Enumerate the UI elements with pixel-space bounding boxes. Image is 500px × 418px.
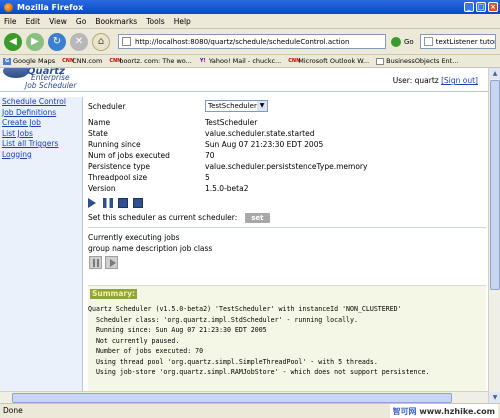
- pause-icon[interactable]: [103, 198, 113, 208]
- cnn-icon: CNN: [288, 57, 301, 64]
- scheduler-label: Scheduler: [88, 102, 126, 111]
- bookmark-item[interactable]: CNN Microsoft Outlook W...: [288, 57, 369, 65]
- user-info: User: quartz [Sign out]: [393, 76, 478, 85]
- scheduler-controls: [88, 198, 148, 208]
- bookmark-item[interactable]: CNN boortz. com: The wo...: [109, 57, 192, 65]
- start-icon[interactable]: [88, 198, 96, 208]
- stop-scheduler-icon[interactable]: [118, 198, 128, 208]
- sidebar-item-create-job[interactable]: Create Job: [0, 118, 82, 129]
- shutdown-icon[interactable]: [133, 198, 143, 208]
- logo-swoosh-icon: [3, 68, 29, 78]
- user-label: User: quartz: [392, 76, 439, 85]
- url-bar[interactable]: http://localhost:8080/quartz/schedule/sc…: [118, 34, 386, 49]
- stop-icon[interactable]: ✕: [70, 32, 88, 51]
- summary-panel: Summary: Quartz Scheduler (v1.5.0-beta2)…: [88, 285, 486, 403]
- set-current-row: Set this scheduler as current scheduler:…: [88, 213, 270, 223]
- window-title: Mozilla Firefox: [17, 2, 84, 12]
- vertical-scrollbar[interactable]: ▲ ▼: [488, 68, 500, 403]
- status-text: Done: [3, 406, 23, 415]
- google-icon: [423, 37, 433, 46]
- back-icon[interactable]: ◀: [4, 32, 22, 51]
- vertical-scroll-thumb[interactable]: [490, 80, 500, 290]
- pause-all-icon[interactable]: [89, 256, 102, 269]
- summary-label: Summary:: [90, 289, 138, 299]
- menu-go[interactable]: Go: [76, 17, 86, 26]
- quartz-logo: Quartz Enterprise Job Scheduler: [3, 68, 93, 90]
- sign-out-link[interactable]: [Sign out]: [441, 76, 478, 85]
- sidebar-item-list-jobs[interactable]: List Jobs: [0, 129, 82, 140]
- page-viewport: Quartz Enterprise Job Scheduler User: qu…: [0, 68, 488, 403]
- bookmarks-toolbar: G Google Maps CNN CNN.com CNN boortz. com: …: [0, 55, 500, 68]
- sidebar-item-list-triggers[interactable]: List all Triggers: [0, 139, 82, 150]
- set-button[interactable]: set: [245, 213, 270, 223]
- home-icon[interactable]: ⌂: [92, 32, 110, 51]
- cnn-icon: CNN: [62, 57, 75, 64]
- sidebar-item-logging[interactable]: Logging: [0, 150, 82, 161]
- bookmark-item[interactable]: Y! Yahoo! Mail - chuckc...: [199, 57, 281, 65]
- google-icon: G: [3, 57, 11, 65]
- yahoo-icon: Y!: [199, 57, 206, 64]
- minimize-icon[interactable]: _: [464, 2, 474, 12]
- sidebar-item-schedule-control[interactable]: Schedule Control: [0, 97, 82, 108]
- menu-help[interactable]: Help: [174, 17, 191, 26]
- page-icon: [376, 57, 385, 65]
- summary-text: Quartz Scheduler (v1.5.0-beta2) 'TestSch…: [88, 305, 430, 376]
- chevron-down-icon: ▼: [257, 101, 267, 111]
- menu-file[interactable]: File: [4, 17, 17, 26]
- set-current-label: Set this scheduler as current scheduler:: [88, 213, 238, 222]
- resume-all-icon[interactable]: [105, 256, 118, 269]
- executing-columns-header: group name description job class: [88, 244, 213, 253]
- menu-view[interactable]: View: [49, 17, 67, 26]
- menu-tools[interactable]: Tools: [146, 17, 164, 26]
- scheduler-select[interactable]: TestScheduler ▼: [205, 100, 268, 112]
- search-text: textListener tutorial: [435, 37, 495, 46]
- firefox-icon: [4, 2, 13, 12]
- menu-bookmarks[interactable]: Bookmarks: [95, 17, 137, 26]
- divider: [88, 227, 486, 228]
- scroll-down-icon[interactable]: ▼: [489, 392, 500, 403]
- go-label: Go: [404, 37, 414, 46]
- forward-icon[interactable]: ▶: [26, 32, 44, 51]
- horizontal-scrollbar[interactable]: [0, 391, 488, 403]
- status-bar: Done 智可网 www.hzhike.com: [0, 403, 500, 418]
- scroll-up-icon[interactable]: ▲: [489, 68, 500, 79]
- go-icon: [391, 36, 401, 47]
- close-icon[interactable]: ×: [488, 2, 498, 12]
- sidebar: Schedule Control Job Definitions Create …: [0, 97, 83, 403]
- watermark: 智可网 www.hzhike.com: [389, 404, 498, 418]
- page-icon: [122, 37, 131, 46]
- executing-title: Currently executing jobs: [88, 233, 180, 242]
- reload-icon[interactable]: ↻: [48, 32, 66, 51]
- app-header: Quartz Enterprise Job Scheduler User: qu…: [0, 68, 488, 92]
- sidebar-item-job-definitions[interactable]: Job Definitions: [0, 108, 82, 119]
- go-button[interactable]: Go: [391, 36, 414, 47]
- bookmark-item[interactable]: CNN CNN.com: [62, 57, 102, 65]
- bookmark-item[interactable]: G Google Maps: [3, 57, 55, 65]
- window-titlebar: Mozilla Firefox _ □ ×: [0, 0, 500, 14]
- menu-edit[interactable]: Edit: [26, 17, 41, 26]
- executing-controls: [89, 256, 121, 269]
- url-text: http://localhost:8080/quartz/schedule/sc…: [135, 37, 350, 46]
- cnn-icon: CNN: [109, 57, 122, 64]
- navigation-toolbar: ◀ ▶ ↻ ✕ ⌂ http://localhost:8080/quartz/s…: [0, 29, 500, 55]
- menu-bar: File Edit View Go Bookmarks Tools Help: [0, 14, 500, 29]
- bookmark-item[interactable]: BusinessObjects Ent...: [376, 57, 458, 65]
- search-input[interactable]: textListener tutorial: [419, 34, 496, 49]
- maximize-icon[interactable]: □: [476, 2, 486, 12]
- horizontal-scroll-thumb[interactable]: [12, 393, 452, 403]
